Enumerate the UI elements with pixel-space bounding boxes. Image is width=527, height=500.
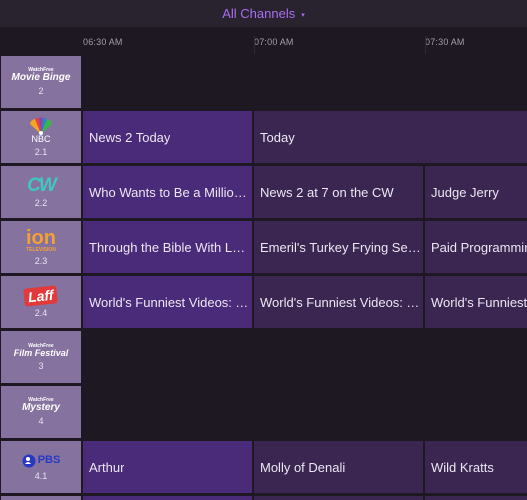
- channel-number: 2.4: [34, 307, 48, 318]
- channel-tile-laff[interactable]: Laff 2.4: [1, 276, 81, 328]
- channel-number: 2.2: [34, 198, 48, 208]
- time-label-0700: 07:00 AM: [254, 37, 294, 47]
- peacock-icon: [30, 117, 52, 135]
- channel-tile-movie-binge[interactable]: WatchFree Movie Binge 2: [1, 56, 81, 108]
- channel-tile-film-festival[interactable]: WatchFree Film Festival 3: [1, 331, 81, 383]
- time-divider: [425, 36, 426, 54]
- channel-tile-ion[interactable]: ion TELEVISION 2.3: [1, 221, 81, 273]
- cw-logo: CW: [27, 175, 57, 196]
- chevron-down-icon: ▾: [301, 11, 305, 19]
- channel-row: PBS 4.1 Arthur Molly of Denali Wild Krat…: [0, 441, 527, 493]
- channel-row: WatchFree Film Festival 3: [0, 331, 527, 383]
- channel-filter-label: All Channels: [222, 6, 296, 21]
- time-divider: [254, 36, 255, 54]
- time-label-0730: 07:30 AM: [425, 37, 465, 47]
- channel-number: 3: [38, 360, 44, 371]
- program-cell[interactable]: Today: [254, 111, 527, 163]
- program-cell[interactable]: Arthur: [83, 441, 252, 493]
- empty-schedule: [83, 56, 527, 108]
- program-cell[interactable]: Molly of Denali: [254, 441, 423, 493]
- channel-number: 4.1: [34, 470, 48, 481]
- channel-row: WatchFree Mystery 4: [0, 386, 527, 438]
- channel-tile-cw[interactable]: CW 2.2: [1, 166, 81, 218]
- program-cell[interactable]: [425, 496, 527, 500]
- ion-television-logo: ion TELEVISION: [26, 227, 56, 253]
- channel-row: Laff 2.4 World's Funniest Videos: T... W…: [0, 276, 527, 328]
- empty-schedule: [83, 386, 527, 438]
- program-cell[interactable]: Who Wants to Be a Millionaire: [83, 166, 252, 218]
- channel-row: ion TELEVISION 2.3 Through the Bible Wit…: [0, 221, 527, 273]
- program-cell[interactable]: Emeril's Turkey Frying Secrets: [254, 221, 423, 273]
- program-cell[interactable]: World's Funniest Videos: T...: [83, 276, 252, 328]
- channel-row-partial: [0, 496, 527, 500]
- channel-number: 2.3: [34, 256, 48, 266]
- watchfree-mystery-logo: WatchFree Mystery: [22, 397, 60, 413]
- laff-logo: Laff: [23, 284, 59, 307]
- empty-schedule: [83, 331, 527, 383]
- program-cell[interactable]: Paid Programming: [425, 221, 527, 273]
- program-cell[interactable]: News 2 at 7 on the CW: [254, 166, 423, 218]
- program-cell[interactable]: World's Funniest: [425, 276, 527, 328]
- channel-row: CW 2.2 Who Wants to Be a Millionaire New…: [0, 166, 527, 218]
- time-label-0630: 06:30 AM: [83, 37, 123, 47]
- channel-tile-pbs[interactable]: PBS 4.1: [1, 441, 81, 493]
- channel-tile-partial[interactable]: [1, 496, 81, 500]
- channel-number: 4: [38, 416, 44, 426]
- program-cell[interactable]: [254, 496, 423, 500]
- channel-number: 2: [38, 86, 44, 96]
- program-cell[interactable]: News 2 Today: [83, 111, 252, 163]
- channel-row: NBC 2.1 News 2 Today Today: [0, 111, 527, 163]
- channel-tile-nbc[interactable]: NBC 2.1: [1, 111, 81, 163]
- watchfree-movie-binge-logo: WatchFree Movie Binge: [11, 67, 71, 83]
- program-cell[interactable]: Through the Bible With Les Feldick: [83, 221, 252, 273]
- nbc-logo: NBC: [26, 117, 56, 144]
- channel-row: WatchFree Movie Binge 2: [0, 56, 527, 108]
- channel-number: 2.1: [34, 147, 48, 157]
- pbs-heads-icon: [22, 454, 36, 467]
- program-cell[interactable]: Judge Jerry: [425, 166, 527, 218]
- program-cell[interactable]: [83, 496, 252, 500]
- program-cell[interactable]: Wild Kratts: [425, 441, 527, 493]
- watchfree-film-festival-logo: WatchFree Film Festival: [13, 342, 69, 358]
- channel-tile-mystery[interactable]: WatchFree Mystery 4: [1, 386, 81, 438]
- timeline-header: 06:30 AM 07:00 AM 07:30 AM: [0, 27, 527, 54]
- channel-filter-dropdown[interactable]: All Channels ▾: [0, 0, 527, 27]
- pbs-logo: PBS: [22, 454, 60, 468]
- program-cell[interactable]: World's Funniest Videos: T...: [254, 276, 423, 328]
